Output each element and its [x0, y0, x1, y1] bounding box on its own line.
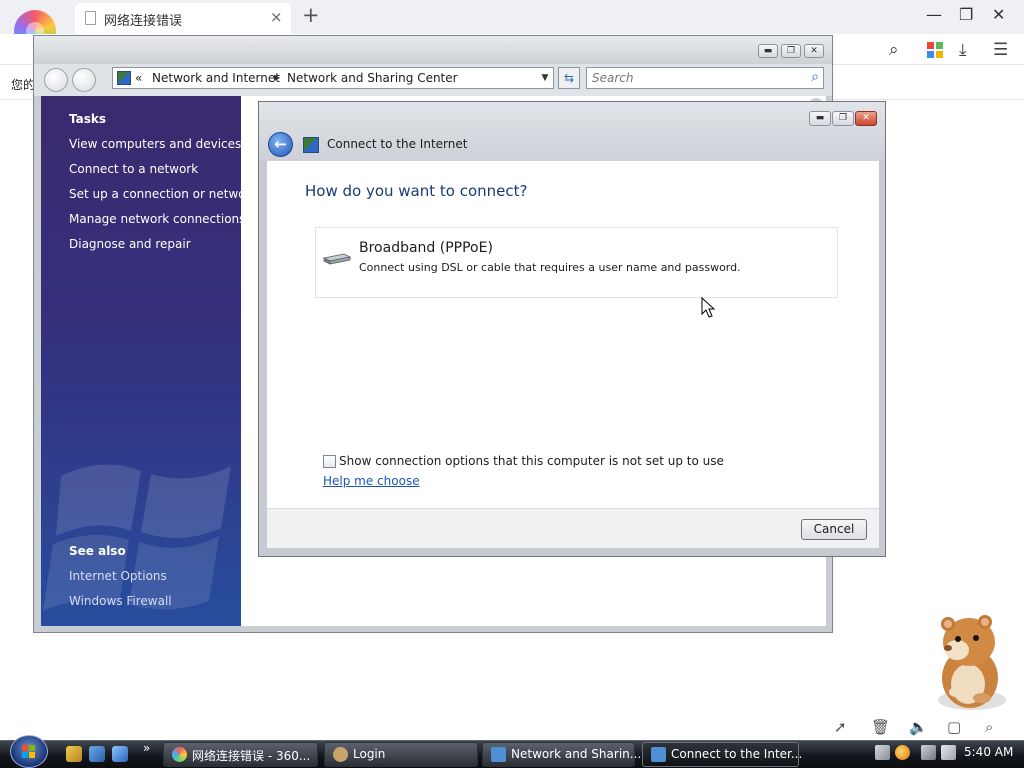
taskbar-button-login[interactable]: Login: [324, 742, 478, 767]
taskbar-button-label: Network and Sharin...: [511, 747, 642, 761]
forward-button[interactable]: [72, 68, 96, 92]
search-icon[interactable]: ⌕: [811, 69, 819, 85]
address-bar[interactable]: « Network and Internet ▶ Network and Sha…: [112, 67, 554, 89]
breadcrumb-network-sharing-center[interactable]: Network and Sharing Center: [287, 71, 458, 85]
mouse-cursor-icon: [701, 297, 716, 318]
close-button[interactable]: ✕: [804, 44, 824, 58]
taskbar-button-browser[interactable]: 网络连接错误 - 360...: [163, 742, 318, 767]
connect-internet-dialog: ▬ ❐ ✕ ← Connect to the Internet How do y…: [258, 101, 886, 557]
browser-close-button[interactable]: ✕: [992, 4, 1005, 26]
breadcrumb-network-internet[interactable]: Network and Internet: [152, 71, 280, 85]
show-options-checkbox[interactable]: [323, 455, 336, 468]
network-center-app-icon: [491, 747, 506, 762]
show-desktop-icon[interactable]: [112, 746, 128, 762]
hamster-mascot[interactable]: [922, 612, 1012, 714]
search-icon[interactable]: ⌕: [889, 40, 899, 60]
breadcrumb-prefix[interactable]: «: [135, 71, 142, 85]
rocket-icon[interactable]: ➚: [834, 718, 847, 736]
task-connect-network[interactable]: Connect to a network: [69, 162, 198, 176]
see-also-heading: See also: [69, 544, 126, 558]
window-icon[interactable]: ▢: [947, 718, 961, 736]
page-text: 您的: [11, 78, 36, 92]
refresh-button[interactable]: ⇆: [558, 67, 580, 89]
trash-icon[interactable]: 🗑: [871, 718, 890, 736]
cancel-button[interactable]: Cancel: [801, 519, 867, 540]
dialog-close-button[interactable]: ✕: [855, 111, 877, 126]
search-input[interactable]: Search ⌕: [586, 67, 824, 89]
page-icon: [85, 11, 96, 25]
task-setup-connection[interactable]: Set up a connection or network: [69, 187, 241, 201]
speaker-icon[interactable]: 🔈: [909, 718, 928, 736]
download-icon[interactable]: ⤓: [959, 40, 967, 60]
dialog-maximize-button[interactable]: ❐: [832, 111, 854, 126]
chevron-down-icon[interactable]: ▼: [538, 71, 552, 85]
task-diagnose-repair[interactable]: Diagnose and repair: [69, 237, 191, 251]
maximize-button[interactable]: ❐: [781, 44, 801, 58]
dialog-title: Connect to the Internet: [327, 137, 468, 151]
taskbar-button-network-sharing[interactable]: Network and Sharin...: [482, 742, 641, 767]
task-view-computers[interactable]: View computers and devices: [69, 137, 241, 151]
show-options-label[interactable]: Show connection options that this comput…: [339, 454, 724, 468]
dialog-minimize-button[interactable]: ▬: [809, 111, 831, 126]
quick-launch-more-button[interactable]: »: [143, 741, 150, 755]
quick-launch-network-icon[interactable]: [89, 746, 105, 762]
windows-flag-icon: [22, 745, 35, 758]
tab-close-icon[interactable]: ×: [270, 8, 283, 26]
window-titlebar[interactable]: ▬ ❐ ✕: [34, 36, 832, 64]
network-connection-icon: [303, 137, 319, 153]
broadband-pppoe-option[interactable]: Broadband (PPPoE) Connect using DSL or c…: [315, 227, 838, 298]
tasks-sidebar: Tasks View computers and devices Connect…: [41, 96, 241, 626]
browser-app-icon: [172, 747, 187, 762]
network-tray-icon[interactable]: [875, 745, 890, 760]
browser-minimize-button[interactable]: —: [926, 4, 942, 26]
taskbar-button-label: Login: [353, 747, 386, 761]
system-clock[interactable]: 5:40 AM: [964, 745, 1013, 759]
dialog-question: How do you want to connect?: [305, 182, 528, 200]
taskbar-button-label: 网络连接错误 - 360...: [192, 749, 311, 763]
browser-tab[interactable]: 网络连接错误 ×: [75, 3, 291, 34]
network-center-icon: [117, 71, 131, 85]
back-arrow-button[interactable]: ←: [268, 132, 293, 157]
connect-internet-app-icon: [651, 747, 666, 762]
login-app-icon: [333, 747, 348, 762]
search-tray-icon[interactable]: [895, 745, 910, 760]
link-windows-firewall[interactable]: Windows Firewall: [69, 594, 172, 608]
dialog-titlebar[interactable]: ▬ ❐ ✕ ← Connect to the Internet: [259, 102, 885, 161]
tasks-heading: Tasks: [69, 112, 107, 126]
connection-error-tray-icon[interactable]: [921, 745, 936, 760]
link-internet-options[interactable]: Internet Options: [69, 569, 167, 583]
apps-grid-icon[interactable]: [927, 42, 943, 58]
dialog-footer: Cancel: [267, 508, 879, 548]
option-description: Connect using DSL or cable that requires…: [359, 261, 741, 274]
quick-launch-folder-icon[interactable]: [66, 746, 82, 762]
new-tab-button[interactable]: +: [302, 3, 320, 27]
back-button[interactable]: [44, 68, 68, 92]
taskbar-button-connect-internet[interactable]: Connect to the Inter...: [642, 742, 803, 767]
taskbar-button-label: Connect to the Inter...: [671, 747, 803, 761]
dialog-body: How do you want to connect? Broadband (P…: [267, 161, 879, 508]
menu-icon[interactable]: ☰: [993, 40, 1008, 60]
task-manage-connections[interactable]: Manage network connections: [69, 212, 241, 226]
zoom-icon[interactable]: ⌕: [985, 718, 993, 736]
help-me-choose-link[interactable]: Help me choose: [323, 474, 420, 488]
option-title: Broadband (PPPoE): [359, 240, 493, 256]
chevron-right-icon[interactable]: ▶: [274, 73, 280, 82]
modem-icon: [322, 253, 352, 265]
volume-muted-icon[interactable]: [941, 745, 956, 760]
minimize-button[interactable]: ▬: [758, 44, 778, 58]
search-placeholder: Search: [592, 71, 634, 85]
browser-tab-title: 网络连接错误: [104, 14, 183, 29]
browser-restore-button[interactable]: ❐: [959, 4, 973, 26]
